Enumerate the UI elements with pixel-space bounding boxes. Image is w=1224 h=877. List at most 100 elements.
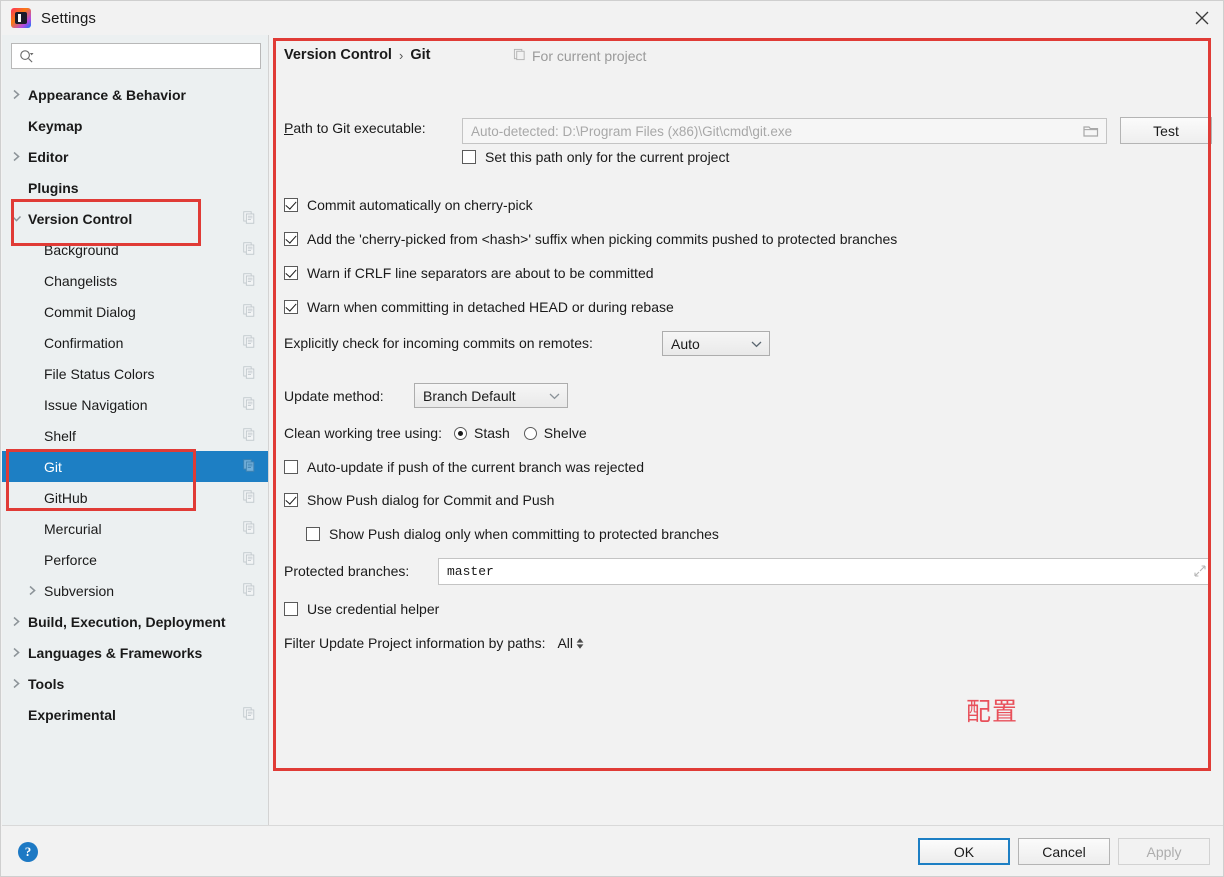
auto-update-rejected-row[interactable]: Auto-update if push of the current branc… <box>284 459 644 475</box>
sidebar-item-plugins[interactable]: Plugins <box>2 172 268 203</box>
commit-automatically-cherry-pick-checkbox[interactable] <box>284 198 298 212</box>
set-path-only-checkbox[interactable] <box>462 150 476 164</box>
checkbox-row-2[interactable]: Warn if CRLF line separators are about t… <box>284 265 654 281</box>
use-credential-helper-row[interactable]: Use credential helper <box>284 601 439 617</box>
copy-settings-icon[interactable] <box>243 303 256 320</box>
stepper-arrows-icon[interactable] <box>576 637 584 649</box>
chevron-right-icon[interactable] <box>6 606 26 637</box>
cherry-picked-suffix-checkbox[interactable] <box>284 232 298 246</box>
cancel-button[interactable]: Cancel <box>1018 838 1110 865</box>
breadcrumb-root[interactable]: Version Control <box>284 47 392 63</box>
copy-settings-icon[interactable] <box>243 706 256 723</box>
git-settings-panel: Version Control › Git For current projec… <box>270 35 1223 825</box>
sidebar-item-perforce[interactable]: Perforce <box>2 544 268 575</box>
filter-update-stepper[interactable]: All <box>557 635 584 651</box>
search-box[interactable] <box>11 43 261 69</box>
auto-update-rejected-checkbox[interactable] <box>284 460 298 474</box>
copy-settings-icon[interactable] <box>243 365 256 382</box>
incoming-commits-value: Auto <box>671 335 700 352</box>
test-button[interactable]: Test <box>1120 117 1212 144</box>
breadcrumb-leaf: Git <box>410 47 431 63</box>
sidebar-item-subversion[interactable]: Subversion <box>2 575 268 606</box>
filter-update-value: All <box>557 635 574 651</box>
help-icon[interactable]: ? <box>18 842 38 862</box>
sidebar-item-issue-navigation[interactable]: Issue Navigation <box>2 389 268 420</box>
sidebar-item-label: Background <box>44 241 119 258</box>
expand-editor-icon[interactable] <box>1194 565 1206 581</box>
copy-settings-icon[interactable] <box>243 334 256 351</box>
warn-crlf-checkbox[interactable] <box>284 266 298 280</box>
copy-settings-icon[interactable] <box>243 210 256 227</box>
close-icon[interactable] <box>1179 1 1223 35</box>
copy-settings-icon[interactable] <box>243 582 256 599</box>
radio-stash[interactable]: Stash <box>453 425 510 441</box>
protected-branches-value: master <box>447 564 494 579</box>
sidebar-item-shelf[interactable]: Shelf <box>2 420 268 451</box>
update-method-label: Update method: <box>284 388 384 404</box>
checkbox-row-0[interactable]: Commit automatically on cherry-pick <box>284 197 533 213</box>
apply-button[interactable]: Apply <box>1118 838 1210 865</box>
sidebar-item-confirmation[interactable]: Confirmation <box>2 327 268 358</box>
sidebar-item-file-status-colors[interactable]: File Status Colors <box>2 358 268 389</box>
checkbox-row-1[interactable]: Add the 'cherry-picked from <hash>' suff… <box>284 231 897 247</box>
sidebar-item-commit-dialog[interactable]: Commit Dialog <box>2 296 268 327</box>
search-input[interactable] <box>38 45 238 67</box>
incoming-commits-dropdown[interactable]: Auto <box>662 331 770 356</box>
radio-shelve[interactable]: Shelve <box>523 425 587 441</box>
sidebar-item-keymap[interactable]: Keymap <box>2 110 268 141</box>
copy-settings-icon[interactable] <box>243 520 256 537</box>
checkbox-row-3[interactable]: Warn when committing in detached HEAD or… <box>284 299 674 315</box>
sidebar-item-version-control[interactable]: Version Control <box>2 203 268 234</box>
sidebar-item-editor[interactable]: Editor <box>2 141 268 172</box>
chevron-right-icon[interactable] <box>6 79 26 110</box>
chevron-right-icon[interactable] <box>22 575 42 606</box>
sidebar-item-languages-frameworks[interactable]: Languages & Frameworks <box>2 637 268 668</box>
copy-settings-icon[interactable] <box>243 489 256 506</box>
copy-settings-icon[interactable] <box>243 427 256 444</box>
warn-detached-head-checkbox[interactable] <box>284 300 298 314</box>
annotation-note: 配置 <box>966 697 1019 726</box>
cherry-picked-suffix-label: Add the 'cherry-picked from <hash>' suff… <box>307 231 898 247</box>
sidebar-item-label: Build, Execution, Deployment <box>28 613 226 630</box>
shelve-radio[interactable] <box>523 426 537 440</box>
sidebar-item-background[interactable]: Background <box>2 234 268 265</box>
chevron-right-icon[interactable] <box>6 668 26 699</box>
copy-settings-icon[interactable] <box>243 458 256 475</box>
show-push-dialog-protected-checkbox[interactable] <box>306 527 320 541</box>
copy-settings-icon[interactable] <box>243 272 256 289</box>
use-credential-helper-checkbox[interactable] <box>284 602 298 616</box>
sidebar-item-tools[interactable]: Tools <box>2 668 268 699</box>
sidebar-item-build-execution-deployment[interactable]: Build, Execution, Deployment <box>2 606 268 637</box>
update-method-value: Branch Default <box>423 387 516 404</box>
copy-settings-icon[interactable] <box>243 396 256 413</box>
sidebar-item-label: Plugins <box>28 179 79 196</box>
show-push-dialog-protected-label: Show Push dialog only when committing to… <box>329 526 719 542</box>
stash-radio[interactable] <box>453 426 467 440</box>
folder-icon[interactable] <box>1080 120 1102 142</box>
protected-branches-field[interactable]: master <box>438 558 1211 585</box>
sidebar-item-git[interactable]: Git <box>2 451 268 482</box>
chevron-down-icon[interactable] <box>6 203 26 234</box>
sidebar-item-mercurial[interactable]: Mercurial <box>2 513 268 544</box>
show-push-dialog-checkbox[interactable] <box>284 493 298 507</box>
copy-settings-icon[interactable] <box>243 241 256 258</box>
sidebar-item-experimental[interactable]: Experimental <box>2 699 268 730</box>
sidebar-item-appearance-behavior[interactable]: Appearance & Behavior <box>2 79 268 110</box>
window-title: Settings <box>41 9 96 27</box>
chevron-right-icon[interactable] <box>6 637 26 668</box>
sidebar-item-github[interactable]: GitHub <box>2 482 268 513</box>
copy-settings-icon[interactable] <box>243 551 256 568</box>
sidebar-item-changelists[interactable]: Changelists <box>2 265 268 296</box>
ok-button[interactable]: OK <box>918 838 1010 865</box>
set-path-only-row[interactable]: Set this path only for the current proje… <box>462 149 729 165</box>
chevron-down-icon <box>751 340 762 348</box>
chevron-right-icon[interactable] <box>6 141 26 172</box>
update-method-dropdown[interactable]: Branch Default <box>414 383 568 408</box>
git-path-label: Path to Git executable: <box>284 120 426 136</box>
git-path-field[interactable]: Auto-detected: D:\Program Files (x86)\Gi… <box>462 118 1107 144</box>
show-push-dialog-row[interactable]: Show Push dialog for Commit and Push <box>284 492 554 508</box>
show-push-dialog-protected-row[interactable]: Show Push dialog only when committing to… <box>306 526 719 542</box>
